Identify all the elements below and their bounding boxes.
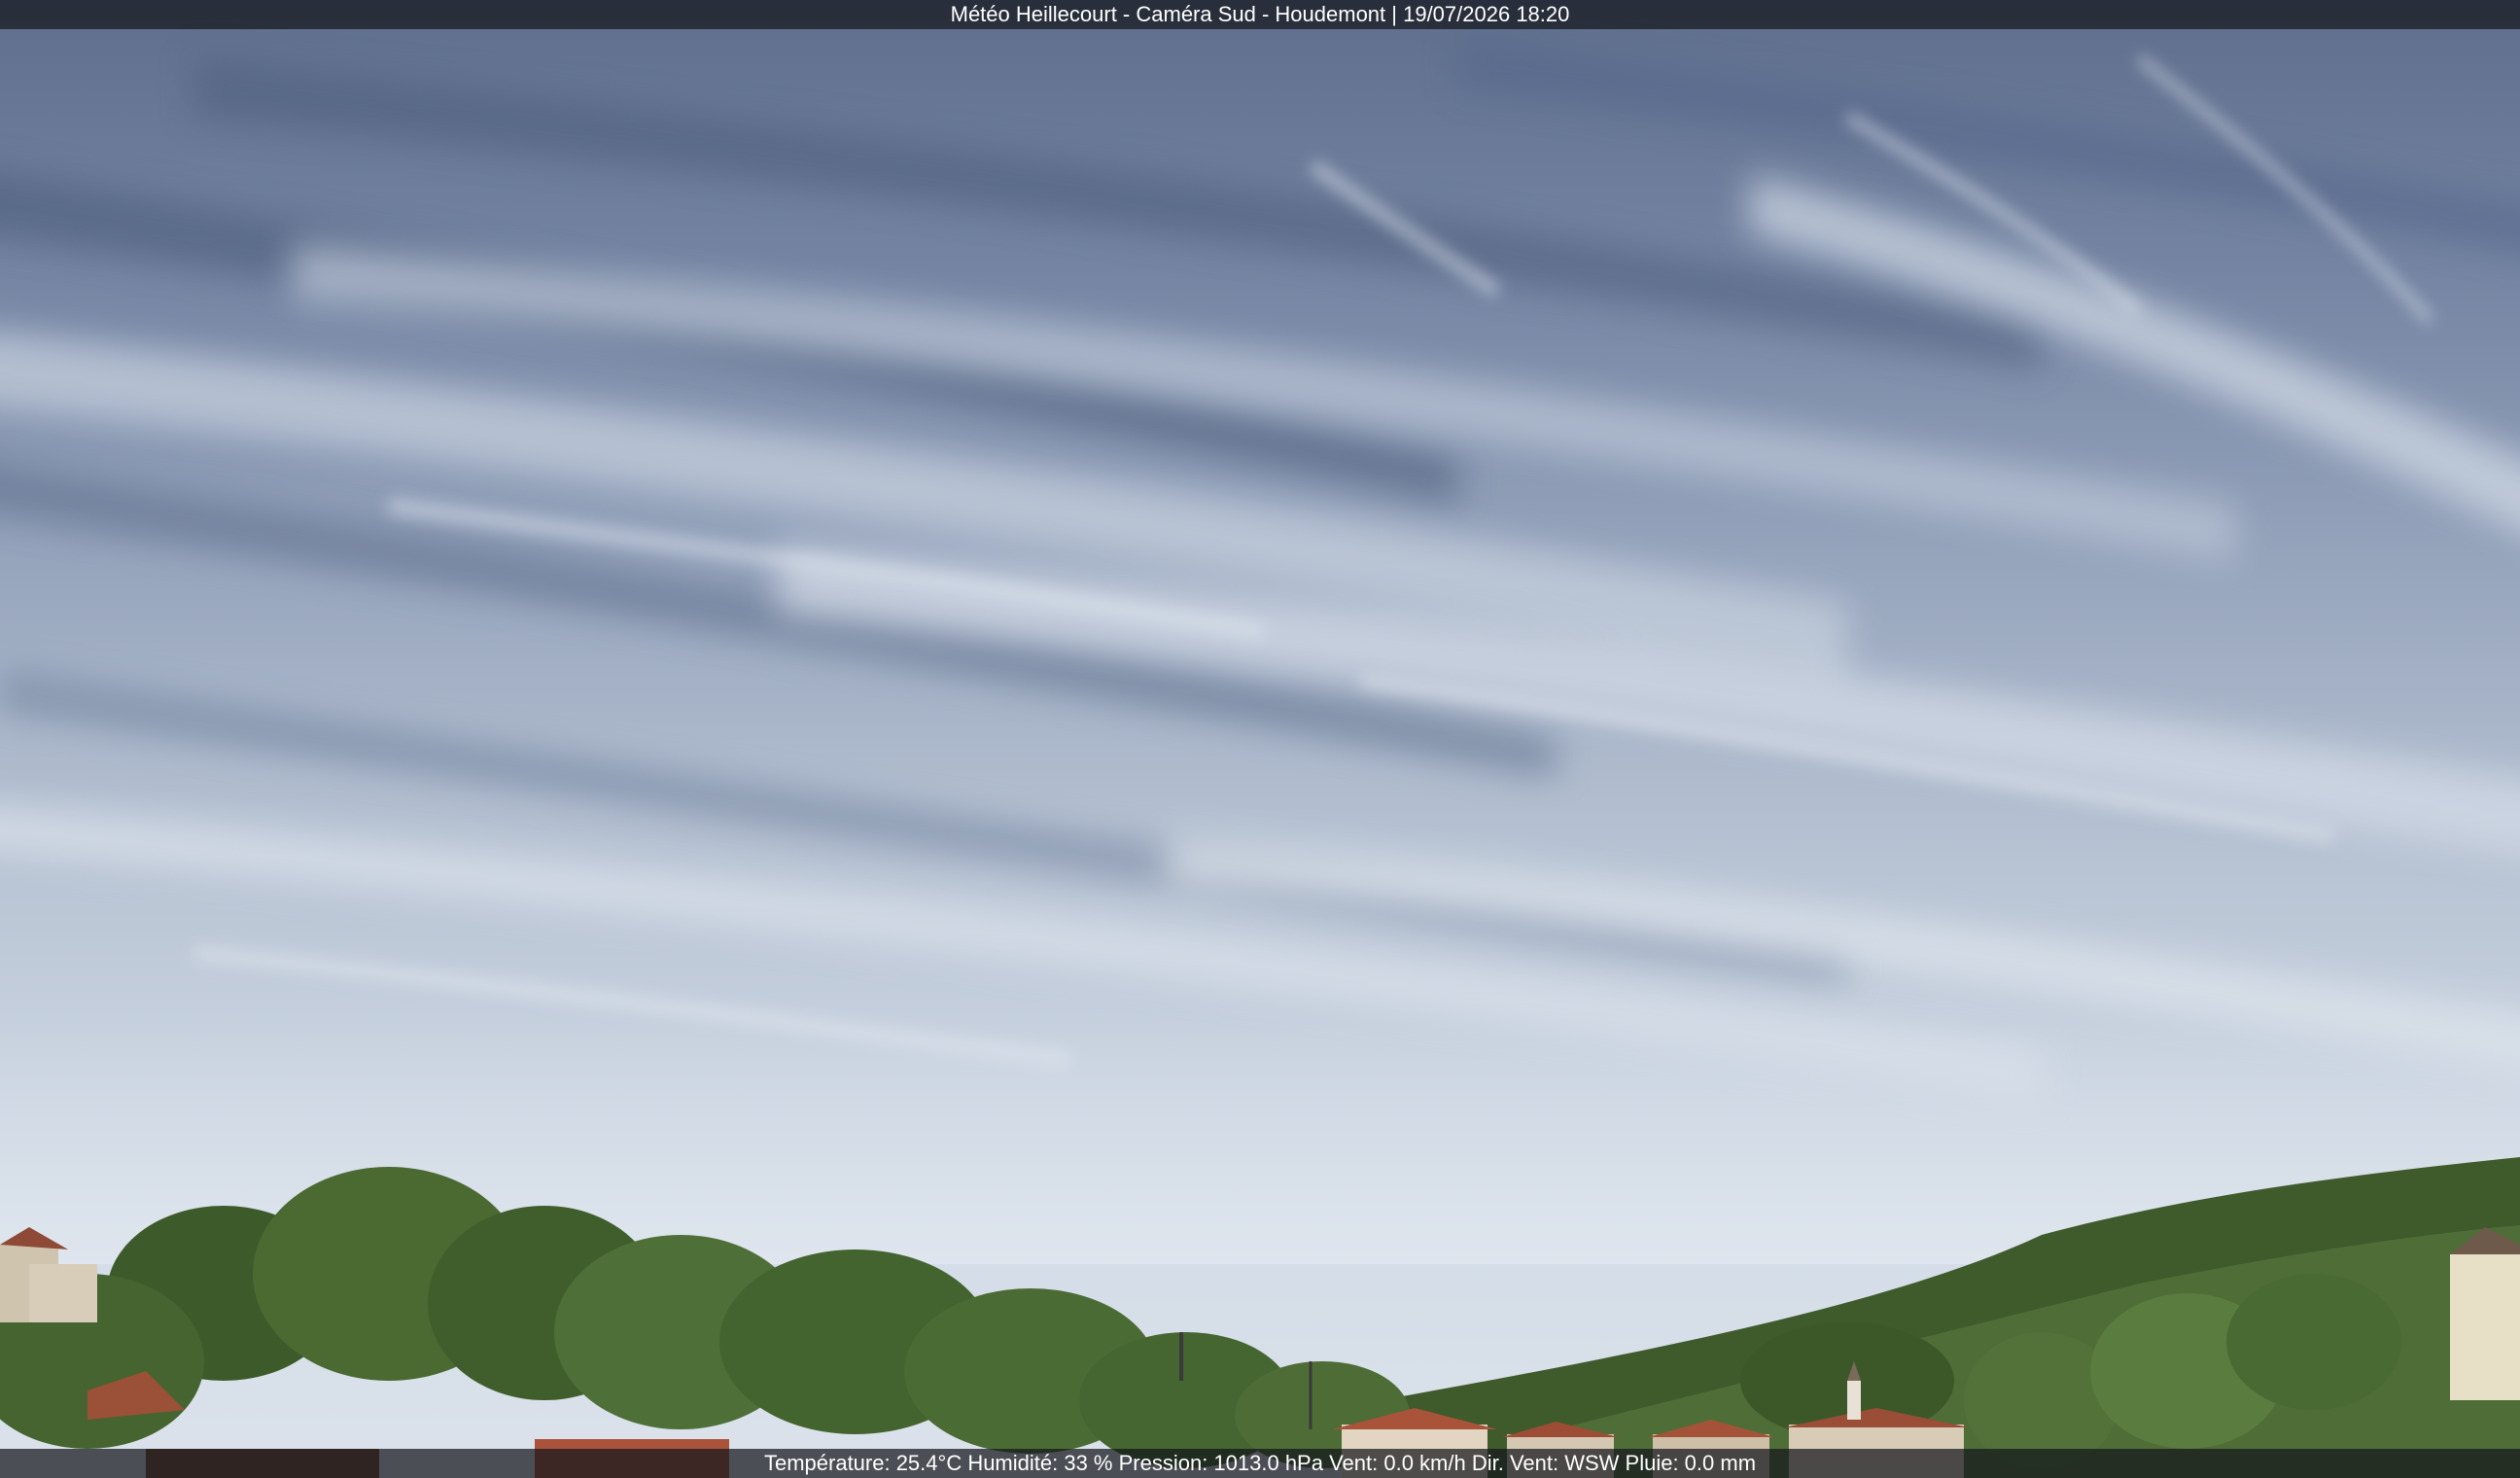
camera-title-bar: Météo Heillecourt - Caméra Sud - Houdemo… (0, 0, 2520, 29)
camera-title: Météo Heillecourt - Caméra Sud - Houdemo… (950, 2, 1570, 26)
webcam-scene (0, 39, 2520, 1478)
weather-data-bar: Température: 25.4°C Humidité: 33 % Press… (0, 1449, 2520, 1478)
webcam-frame: Météo Heillecourt - Caméra Sud - Houdemo… (0, 0, 2520, 1478)
weather-readout: Température: 25.4°C Humidité: 33 % Press… (763, 1451, 1757, 1475)
